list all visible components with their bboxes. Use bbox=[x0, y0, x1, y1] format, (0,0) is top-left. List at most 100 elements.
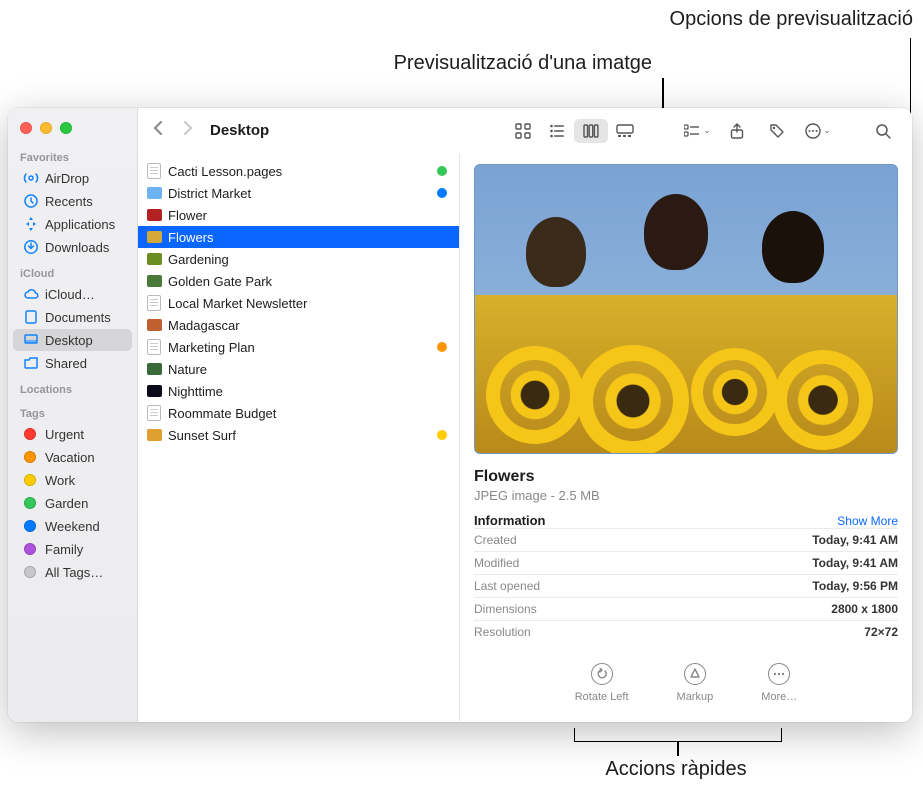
search-button[interactable] bbox=[868, 119, 898, 143]
view-icon-button[interactable] bbox=[506, 119, 540, 143]
sidebar-icloud-shared[interactable]: Shared bbox=[13, 352, 132, 374]
tag-icon bbox=[23, 449, 39, 465]
sidebar-icloud-icloud-[interactable]: iCloud… bbox=[13, 283, 132, 305]
file-row[interactable]: District Market bbox=[138, 182, 459, 204]
info-row: Resolution72×72 bbox=[474, 620, 898, 643]
info-key: Modified bbox=[474, 556, 519, 570]
sidebar-heading-locations: Locations bbox=[8, 380, 137, 398]
content-area: Desktop ⌄ bbox=[138, 108, 912, 722]
file-name: District Market bbox=[168, 186, 431, 201]
minimize-window-button[interactable] bbox=[40, 122, 52, 134]
file-thumb-icon bbox=[146, 339, 162, 355]
sidebar-heading-icloud: iCloud bbox=[8, 264, 137, 282]
quick-action-rotate-left[interactable]: Rotate Left bbox=[575, 663, 629, 703]
sidebar-fav-applications[interactable]: Applications bbox=[13, 213, 132, 235]
zoom-window-button[interactable] bbox=[60, 122, 72, 134]
sidebar-tag-all-tags-[interactable]: All Tags… bbox=[13, 561, 132, 583]
cloud-icon bbox=[23, 286, 39, 302]
file-row[interactable]: Gardening bbox=[138, 248, 459, 270]
sidebar-tag-vacation[interactable]: Vacation bbox=[13, 446, 132, 468]
info-key: Last opened bbox=[474, 579, 540, 593]
file-row[interactable]: Golden Gate Park bbox=[138, 270, 459, 292]
sidebar-heading-favorites: Favorites bbox=[8, 148, 137, 166]
markup-icon bbox=[684, 663, 706, 685]
view-switcher bbox=[506, 119, 642, 143]
file-row[interactable]: Flower bbox=[138, 204, 459, 226]
file-row[interactable]: Flowers bbox=[138, 226, 459, 248]
sidebar-tag-weekend[interactable]: Weekend bbox=[13, 515, 132, 537]
show-more-link[interactable]: Show More bbox=[837, 514, 898, 528]
file-row[interactable]: Roommate Budget bbox=[138, 402, 459, 424]
file-name: Flower bbox=[168, 208, 447, 223]
file-row[interactable]: Nature bbox=[138, 358, 459, 380]
file-tag-dot bbox=[437, 166, 447, 176]
tags-button[interactable] bbox=[762, 119, 792, 143]
annotation-preview-image: Previsualització d'una imatge bbox=[272, 52, 652, 75]
view-column-button[interactable] bbox=[574, 119, 608, 143]
file-name: Sunset Surf bbox=[168, 428, 431, 443]
sidebar-item-label: All Tags… bbox=[45, 565, 103, 580]
info-value: Today, 9:41 AM bbox=[812, 556, 898, 570]
apps-icon bbox=[23, 216, 39, 232]
download-icon bbox=[23, 239, 39, 255]
preview-image bbox=[474, 164, 898, 454]
group-button[interactable]: ⌄ bbox=[682, 119, 712, 143]
quick-action-label: Rotate Left bbox=[575, 691, 629, 703]
info-value: 72×72 bbox=[864, 625, 898, 639]
info-key: Dimensions bbox=[474, 602, 537, 616]
back-button[interactable] bbox=[152, 120, 164, 141]
file-name: Marketing Plan bbox=[168, 340, 431, 355]
forward-button[interactable] bbox=[182, 120, 194, 141]
tag-icon bbox=[23, 564, 39, 580]
file-row[interactable]: Cacti Lesson.pages bbox=[138, 160, 459, 182]
sidebar-icloud-documents[interactable]: Documents bbox=[13, 306, 132, 328]
file-tag-dot bbox=[437, 430, 447, 440]
file-row[interactable]: Marketing Plan bbox=[138, 336, 459, 358]
file-name: Cacti Lesson.pages bbox=[168, 164, 431, 179]
file-thumb-icon bbox=[146, 295, 162, 311]
close-window-button[interactable] bbox=[20, 122, 32, 134]
sidebar-fav-airdrop[interactable]: AirDrop bbox=[13, 167, 132, 189]
file-thumb-icon bbox=[146, 273, 162, 289]
sidebar-fav-recents[interactable]: Recents bbox=[13, 190, 132, 212]
sidebar-tag-urgent[interactable]: Urgent bbox=[13, 423, 132, 445]
sidebar-item-label: Work bbox=[45, 473, 75, 488]
view-list-button[interactable] bbox=[540, 119, 574, 143]
info-value: Today, 9:56 PM bbox=[812, 579, 898, 593]
window-title: Desktop bbox=[210, 122, 269, 139]
sidebar-tag-work[interactable]: Work bbox=[13, 469, 132, 491]
sidebar-item-label: AirDrop bbox=[45, 171, 89, 186]
airdrop-icon bbox=[23, 170, 39, 186]
file-row[interactable]: Madagascar bbox=[138, 314, 459, 336]
sidebar-icloud-desktop[interactable]: Desktop bbox=[13, 329, 132, 351]
quick-action-markup[interactable]: Markup bbox=[677, 663, 714, 703]
preview-title: Flowers bbox=[474, 468, 898, 486]
file-name: Madagascar bbox=[168, 318, 447, 333]
file-thumb-icon bbox=[146, 361, 162, 377]
file-tag-dot bbox=[437, 188, 447, 198]
file-name: Roommate Budget bbox=[168, 406, 447, 421]
file-thumb-icon bbox=[146, 383, 162, 399]
clock-icon bbox=[23, 193, 39, 209]
view-gallery-button[interactable] bbox=[608, 119, 642, 143]
rotate-left-icon bbox=[591, 663, 613, 685]
sidebar-fav-downloads[interactable]: Downloads bbox=[13, 236, 132, 258]
sidebar-heading-tags: Tags bbox=[8, 404, 137, 422]
annotation-bracket bbox=[574, 728, 782, 742]
sidebar-item-label: Downloads bbox=[45, 240, 109, 255]
quick-action-label: Markup bbox=[677, 691, 714, 703]
file-row[interactable]: Local Market Newsletter bbox=[138, 292, 459, 314]
quick-action-more[interactable]: More… bbox=[761, 663, 797, 703]
sidebar: Favorites AirDrop RecentsApplications Down… bbox=[8, 108, 138, 722]
share-button[interactable] bbox=[722, 119, 752, 143]
file-row[interactable]: Sunset Surf bbox=[138, 424, 459, 446]
preview-subtitle: JPEG image - 2.5 MB bbox=[474, 488, 898, 503]
file-row[interactable]: Nighttime bbox=[138, 380, 459, 402]
preview-pane: Flowers JPEG image - 2.5 MB Information … bbox=[460, 154, 912, 722]
file-thumb-icon bbox=[146, 229, 162, 245]
annotation-preview-options: Opcions de previsualització bbox=[670, 8, 913, 31]
sidebar-tag-family[interactable]: Family bbox=[13, 538, 132, 560]
sidebar-tag-garden[interactable]: Garden bbox=[13, 492, 132, 514]
action-menu-button[interactable]: ⌄ bbox=[802, 119, 832, 143]
info-row: CreatedToday, 9:41 AM bbox=[474, 528, 898, 551]
